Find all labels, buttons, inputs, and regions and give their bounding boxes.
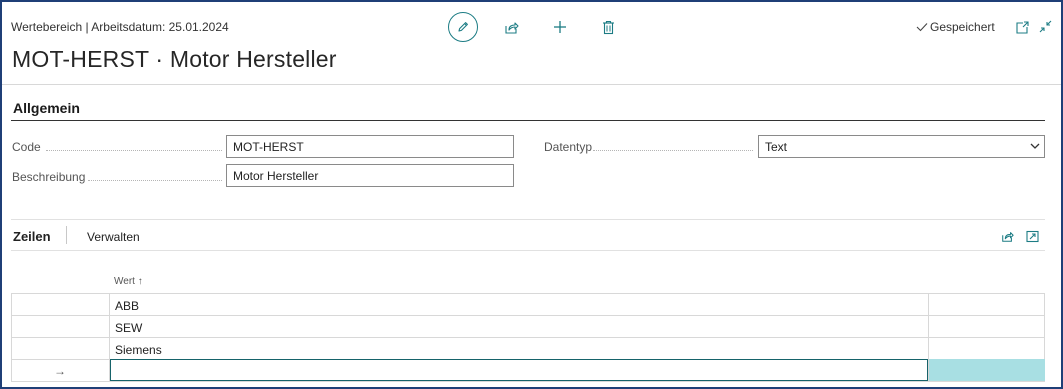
checkmark-icon [916,23,928,32]
lines-expand-button[interactable] [1024,228,1040,244]
lines-toolbar-divider [11,250,1045,251]
table-row-cell[interactable]: ABB [115,299,139,313]
lines-share-button[interactable] [999,228,1015,244]
new-row-value-input[interactable] [110,359,928,381]
delete-button[interactable] [599,18,617,36]
header-divider [2,84,1061,85]
share-button[interactable] [502,18,520,36]
saved-label: Gespeichert [930,20,995,34]
open-new-window-button[interactable] [1014,19,1030,35]
collapse-button[interactable] [1037,18,1053,34]
page-frame: Wertebereich | Arbeitsdatum: 25.01.2024 … [0,0,1063,389]
new-button[interactable] [551,18,569,36]
edit-icon [458,22,468,32]
tab-lines[interactable]: Zeilen [13,229,51,244]
datatype-leader [593,150,753,151]
tab-separator [66,226,67,244]
section-rule [11,120,1045,121]
datatype-label: Datentyp [544,140,593,154]
section-title-general[interactable]: Allgemein [13,100,80,116]
collapse-icon [1039,20,1051,32]
share-icon [1001,231,1014,242]
edit-button[interactable] [448,12,478,42]
code-leader [46,150,222,151]
description-field[interactable]: Motor Hersteller [226,164,514,187]
table-row-cell[interactable]: SEW [115,321,142,335]
plus-icon [554,21,566,33]
page-title: MOT-HERST · Motor Hersteller [12,46,337,72]
open-in-new-window-icon [1015,20,1029,34]
table-row-cell[interactable]: Siemens [115,343,162,357]
share-icon [504,21,519,34]
new-row-arrow-icon: → [54,364,66,378]
new-row-selected-cell[interactable] [929,359,1045,381]
saved-status: Gespeichert [916,20,995,34]
datatype-select[interactable]: Text [758,135,1045,158]
grid-line [11,293,1045,294]
grid-line [11,337,1045,338]
code-label: Code [12,140,41,154]
delete-icon [602,20,614,34]
breadcrumb: Wertebereich | Arbeitsdatum: 25.01.2024 [11,20,229,34]
description-leader [88,180,222,181]
grid-line [11,315,1045,316]
grid-line [11,381,1045,382]
section-divider [11,219,1045,220]
datatype-value: Text [765,139,788,154]
column-header-value[interactable]: Wert ↑ [114,276,143,287]
expand-icon [1025,230,1039,242]
tab-manage[interactable]: Verwalten [87,230,140,244]
chevron-down-icon [1030,143,1040,149]
description-label: Beschreibung [12,170,86,184]
grid-line [11,293,12,381]
code-field[interactable]: MOT-HERST [226,135,514,158]
